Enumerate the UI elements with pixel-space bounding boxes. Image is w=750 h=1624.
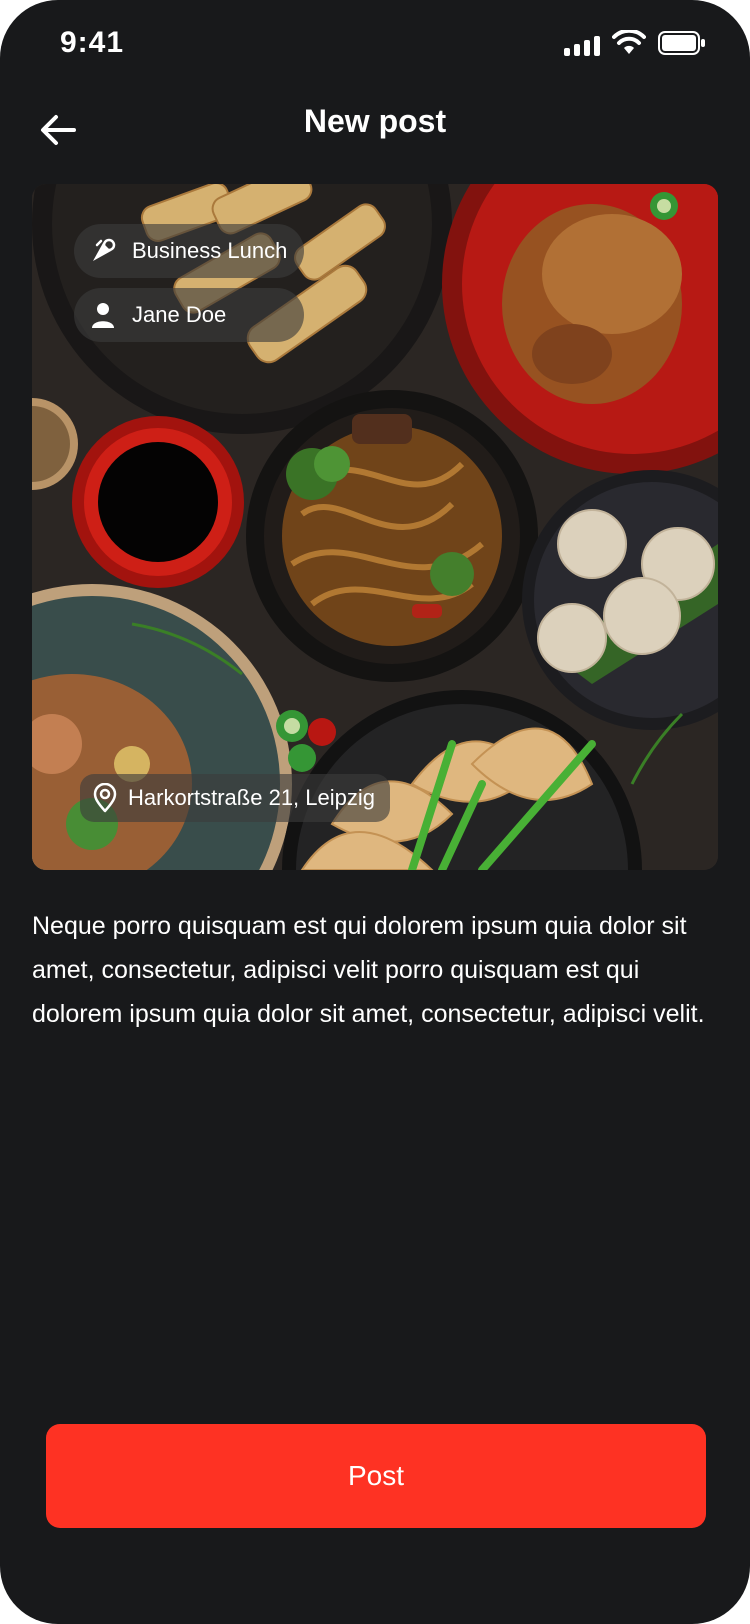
utensils-icon bbox=[88, 236, 118, 266]
location-label: Harkortstraße 21, Leipzig bbox=[128, 785, 375, 810]
category-chip[interactable]: Business Lunch bbox=[74, 224, 304, 278]
location-chip[interactable]: Harkortstraße 21, Leipzig bbox=[80, 774, 390, 822]
post-photo: Business Lunch Jane Doe Harkortstraße 21… bbox=[32, 184, 718, 870]
battery-icon bbox=[658, 31, 705, 55]
header: New post bbox=[0, 92, 750, 182]
page-title: New post bbox=[303, 103, 447, 139]
status-bar: 9:41 bbox=[0, 0, 750, 92]
post-button[interactable]: Post bbox=[46, 1424, 706, 1528]
food-photo bbox=[32, 184, 718, 870]
status-icons bbox=[562, 30, 722, 58]
map-pin-icon bbox=[90, 783, 120, 813]
status-time: 9:41 bbox=[60, 26, 125, 59]
user-icon bbox=[88, 300, 118, 330]
wifi-icon bbox=[612, 30, 646, 54]
user-label: Jane Doe bbox=[132, 302, 227, 327]
user-chip[interactable]: Jane Doe bbox=[74, 288, 304, 342]
phone-screen: 9:41 New post Business Lunch Jane Doe Ha… bbox=[0, 0, 750, 1624]
category-label: Business Lunch bbox=[132, 238, 288, 263]
post-button-label: Post bbox=[347, 1460, 405, 1491]
signal-icon bbox=[564, 34, 604, 56]
post-description[interactable]: Neque porro quisquam est qui dolorem ips… bbox=[32, 904, 722, 1036]
